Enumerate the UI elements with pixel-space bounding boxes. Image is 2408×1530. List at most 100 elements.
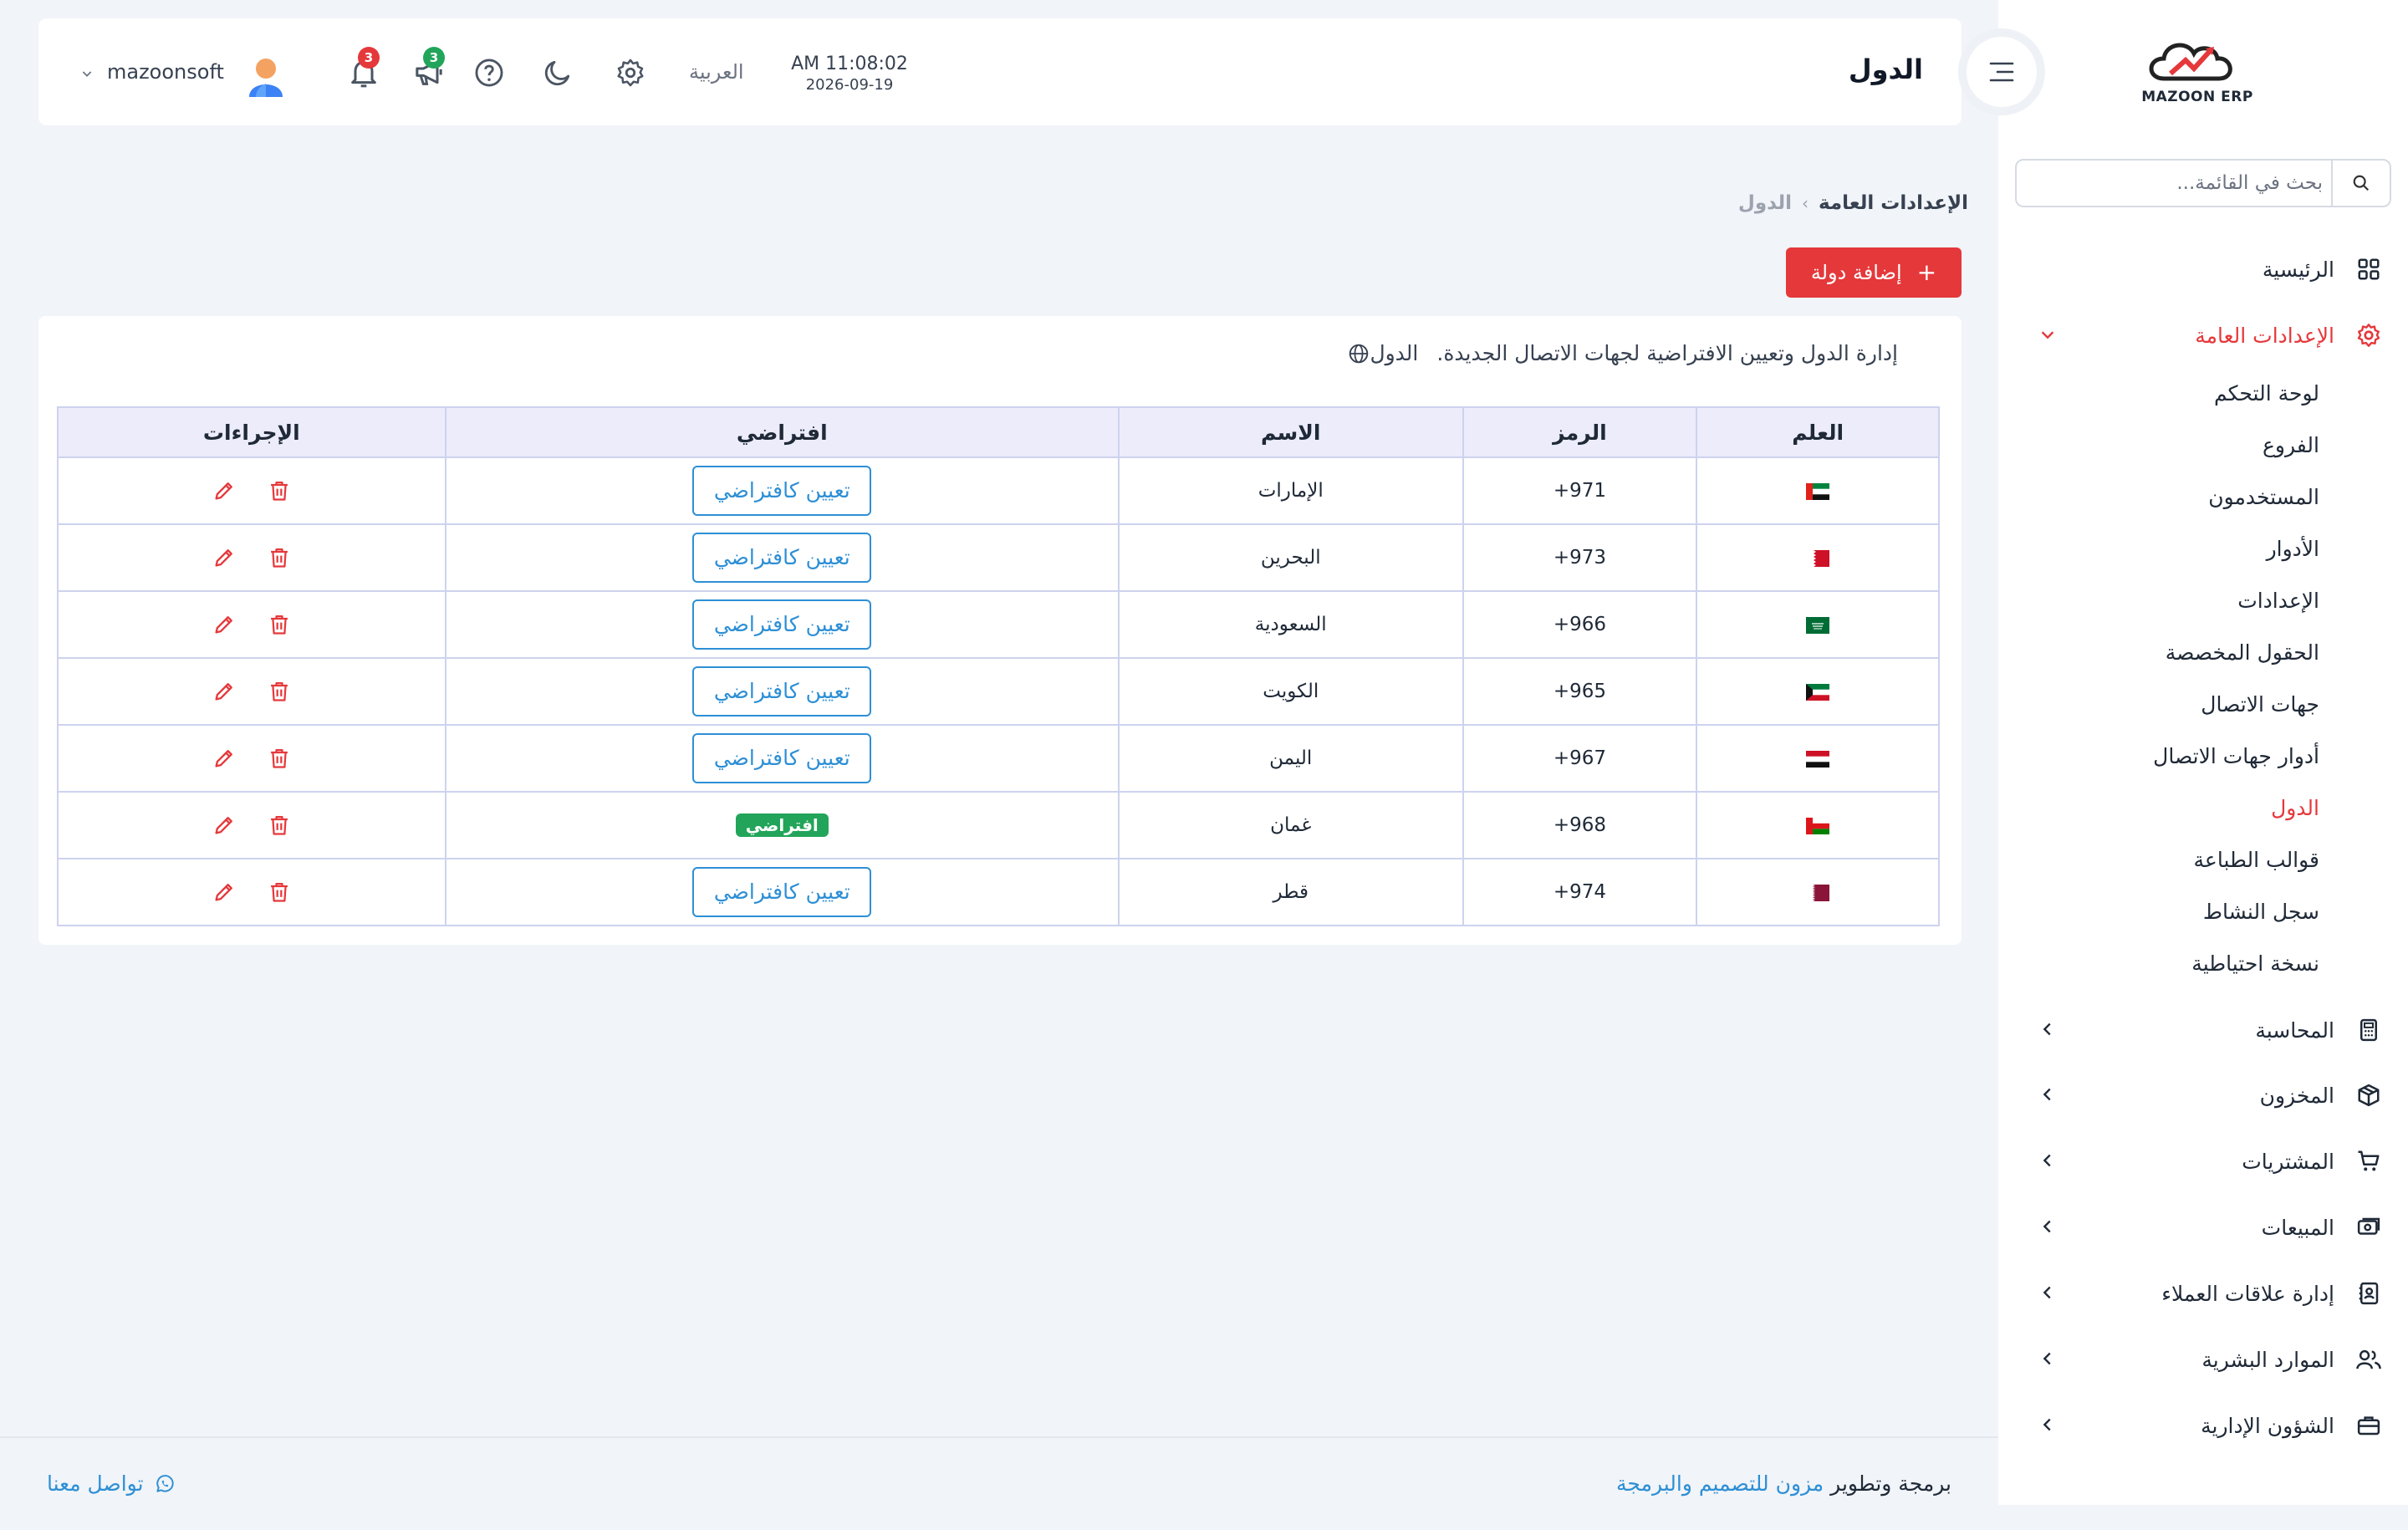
set-default-button[interactable]: تعيين كافتراضي: [692, 666, 872, 717]
sidebar-item-hr[interactable]: الموارد البشرية: [2015, 1334, 2383, 1385]
sub-item-custom-fields[interactable]: الحقول المخصصة: [2166, 640, 2319, 665]
code-cell: +967: [1462, 724, 1698, 793]
edit-pencil-icon[interactable]: [212, 479, 236, 502]
sub-item-activity-log[interactable]: سجل النشاط: [2203, 900, 2319, 924]
table-row: +973 البحرين تعيين كافتراضي: [57, 523, 1940, 592]
name-cell: الإمارات: [1117, 456, 1464, 525]
default-cell: تعيين كافتراضي: [444, 456, 1120, 525]
column-header-code: الرمز: [1462, 406, 1698, 458]
sidebar-item-purchases[interactable]: المشتريات: [2015, 1136, 2383, 1186]
delete-trash-icon[interactable]: [268, 747, 291, 770]
edit-pencil-icon[interactable]: [212, 680, 236, 703]
table-row: +966 السعودية تعيين كافتراضي: [57, 590, 1940, 659]
default-badge: افتراضي: [735, 813, 829, 837]
menu-search-input[interactable]: [2038, 161, 2323, 206]
flag-cell: [1696, 590, 1940, 659]
avatar[interactable]: [242, 52, 289, 99]
company-logo[interactable]: MAZOON ERP: [2139, 35, 2256, 110]
code-cell: +974: [1462, 858, 1698, 926]
chevron-left-icon: [2043, 1023, 2051, 1036]
table-row: +967 اليمن تعيين كافتراضي: [57, 724, 1940, 793]
sidebar-item-home[interactable]: الرئيسية: [2015, 244, 2383, 294]
notifications-button[interactable]: 3: [343, 47, 385, 94]
sub-item-print-templates[interactable]: قوالب الطباعة: [2194, 848, 2319, 872]
sub-item-contacts[interactable]: جهات الاتصال: [2201, 692, 2319, 717]
delete-trash-icon[interactable]: [268, 479, 291, 502]
name-cell: البحرين: [1117, 523, 1464, 592]
code-cell: +965: [1462, 657, 1698, 726]
language-switch[interactable]: العربية: [689, 60, 744, 84]
code-cell: +966: [1462, 590, 1698, 659]
flag-cell: [1696, 657, 1940, 726]
sidebar-item-sales[interactable]: المبيعات: [2015, 1202, 2383, 1252]
column-header-flag: العلم: [1696, 406, 1940, 458]
contact-us-link[interactable]: تواصل معنا: [47, 1471, 176, 1496]
delete-trash-icon[interactable]: [268, 880, 291, 904]
default-cell: تعيين كافتراضي: [444, 724, 1120, 793]
set-default-button[interactable]: تعيين كافتراضي: [692, 733, 872, 783]
set-default-button[interactable]: تعيين كافتراضي: [692, 533, 872, 583]
notifications-badge: 3: [358, 47, 380, 69]
country-code: +974: [1553, 881, 1606, 903]
add-country-button[interactable]: + إضافة دولة: [1786, 247, 1962, 298]
actions-cell: [57, 657, 446, 726]
edit-pencil-icon[interactable]: [212, 813, 236, 837]
sidebar-item-inventory[interactable]: المخزون: [2015, 1070, 2383, 1120]
uae-flag-icon: [1806, 480, 1830, 502]
set-default-button[interactable]: تعيين كافتراضي: [692, 466, 872, 516]
sub-item-settings[interactable]: الإعدادات: [2237, 589, 2319, 613]
sub-item-backup[interactable]: نسخة احتياطية: [2191, 951, 2319, 976]
announcements-badge: 3: [423, 47, 445, 69]
code-cell: +968: [1462, 791, 1698, 859]
delete-trash-icon[interactable]: [268, 546, 291, 569]
chevron-left-icon: [2043, 1286, 2051, 1299]
logo-text: MAZOON ERP: [2141, 89, 2253, 105]
delete-trash-icon[interactable]: [268, 813, 291, 837]
chevron-down-icon[interactable]: [80, 67, 94, 80]
gear-icon: [617, 59, 644, 87]
column-header-name: الاسم: [1117, 406, 1464, 458]
sub-item-users[interactable]: المستخدمون: [2208, 485, 2319, 509]
sidebar-item-crm[interactable]: إدارة علاقات العملاء: [2015, 1268, 2383, 1318]
dark-mode-toggle[interactable]: [537, 52, 579, 94]
announcements-button[interactable]: 3: [408, 47, 450, 94]
sub-item-dashboard[interactable]: لوحة التحكم: [2214, 381, 2319, 405]
actions-cell: [57, 456, 446, 525]
edit-pencil-icon[interactable]: [212, 747, 236, 770]
help-button[interactable]: [468, 52, 510, 94]
search-button[interactable]: [2331, 161, 2390, 206]
contacts-icon: [2354, 1279, 2383, 1308]
help-icon: [475, 59, 503, 87]
add-country-label: إضافة دولة: [1810, 261, 1902, 284]
top-header: الدول AM 11:08:02 2026-09-19 العربية 3 3…: [38, 18, 1962, 125]
code-cell: +971: [1462, 456, 1698, 525]
set-default-button[interactable]: تعيين كافتراضي: [692, 867, 872, 917]
sidebar-toggle-button[interactable]: [1967, 37, 2037, 107]
country-code: +965: [1553, 681, 1606, 702]
chevron-left-icon: ‹: [1801, 193, 1809, 213]
country-code: +971: [1553, 480, 1606, 502]
user-name[interactable]: mazoonsoft: [107, 60, 224, 84]
sidebar-item-general-settings[interactable]: الإعدادات العامة: [2015, 310, 2383, 360]
sidebar-item-accounting[interactable]: المحاسبة: [2015, 1005, 2383, 1055]
default-cell: تعيين كافتراضي: [444, 590, 1120, 659]
credit-link[interactable]: مزون للتصميم والبرمجة: [1616, 1471, 1824, 1496]
kuwait-flag-icon: [1806, 681, 1830, 702]
edit-pencil-icon[interactable]: [212, 613, 236, 636]
delete-trash-icon[interactable]: [268, 680, 291, 703]
sub-item-branches[interactable]: الفروع: [2263, 433, 2319, 457]
chevron-left-icon: [2043, 1418, 2051, 1431]
default-cell: تعيين كافتراضي: [444, 858, 1120, 926]
edit-pencil-icon[interactable]: [212, 880, 236, 904]
delete-trash-icon[interactable]: [268, 613, 291, 636]
sub-item-countries[interactable]: الدول: [2271, 796, 2319, 820]
breadcrumb-root[interactable]: الإعدادات العامة: [1819, 192, 1968, 214]
sidebar-item-admin-affairs[interactable]: الشؤون الإدارية: [2015, 1400, 2383, 1451]
clock: AM 11:08:02 2026-09-19: [791, 54, 908, 94]
edit-pencil-icon[interactable]: [212, 546, 236, 569]
settings-button[interactable]: [610, 52, 651, 94]
set-default-button[interactable]: تعيين كافتراضي: [692, 599, 872, 650]
sub-item-contact-roles[interactable]: أدوار جهات الاتصال: [2153, 744, 2319, 768]
sub-item-roles[interactable]: الأدوار: [2267, 537, 2319, 561]
oman-flag-icon: [1806, 814, 1830, 836]
